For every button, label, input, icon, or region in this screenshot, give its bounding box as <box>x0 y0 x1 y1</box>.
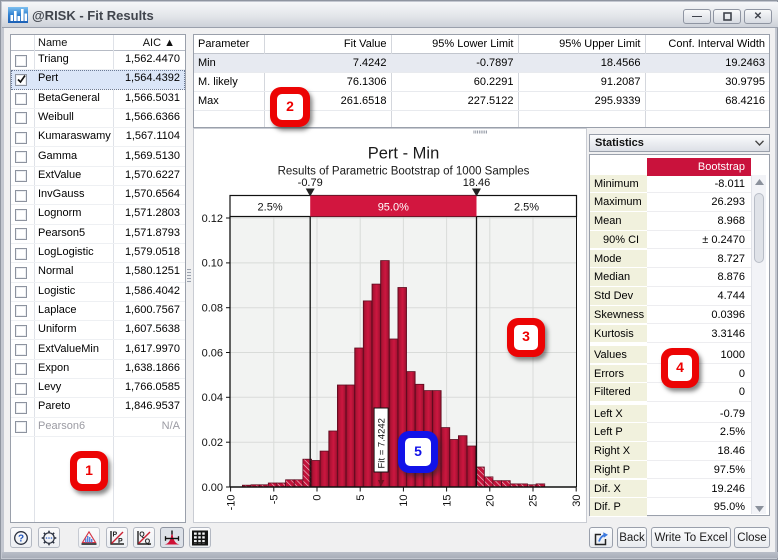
svg-text:P: P <box>118 538 123 545</box>
svg-text:Fit = 7.4242: Fit = 7.4242 <box>377 418 388 468</box>
svg-text:?: ? <box>18 533 24 544</box>
svg-text:5: 5 <box>355 495 367 501</box>
svg-text:0: 0 <box>312 495 324 501</box>
svg-text:0.12: 0.12 <box>202 213 223 225</box>
svg-text:20: 20 <box>485 495 497 507</box>
svg-text:2.5%: 2.5% <box>258 202 283 214</box>
svg-text:2.5%: 2.5% <box>514 202 539 214</box>
svg-text:P: P <box>112 531 117 538</box>
svg-text:0.02: 0.02 <box>202 437 223 449</box>
svg-text:0.00: 0.00 <box>202 482 223 494</box>
svg-text:18.46: 18.46 <box>463 177 491 189</box>
svg-text:30: 30 <box>571 495 583 507</box>
svg-text:-5: -5 <box>269 495 281 505</box>
svg-text:10: 10 <box>398 495 410 507</box>
svg-text:Q: Q <box>145 538 151 545</box>
svg-text:25: 25 <box>528 495 540 507</box>
svg-text:0.06: 0.06 <box>202 347 223 359</box>
svg-text:Results of Parametric Bootstra: Results of Parametric Bootstrap of 1000 … <box>278 166 530 178</box>
svg-text:15: 15 <box>441 495 453 507</box>
svg-text:-10: -10 <box>225 495 237 511</box>
svg-text:95.0%: 95.0% <box>378 202 409 214</box>
svg-text:0.10: 0.10 <box>202 258 223 270</box>
svg-text:0.04: 0.04 <box>202 392 223 404</box>
svg-text:Pert - Min: Pert - Min <box>368 145 440 163</box>
svg-text:0.08: 0.08 <box>202 303 223 315</box>
svg-text:-0.79: -0.79 <box>298 177 323 189</box>
